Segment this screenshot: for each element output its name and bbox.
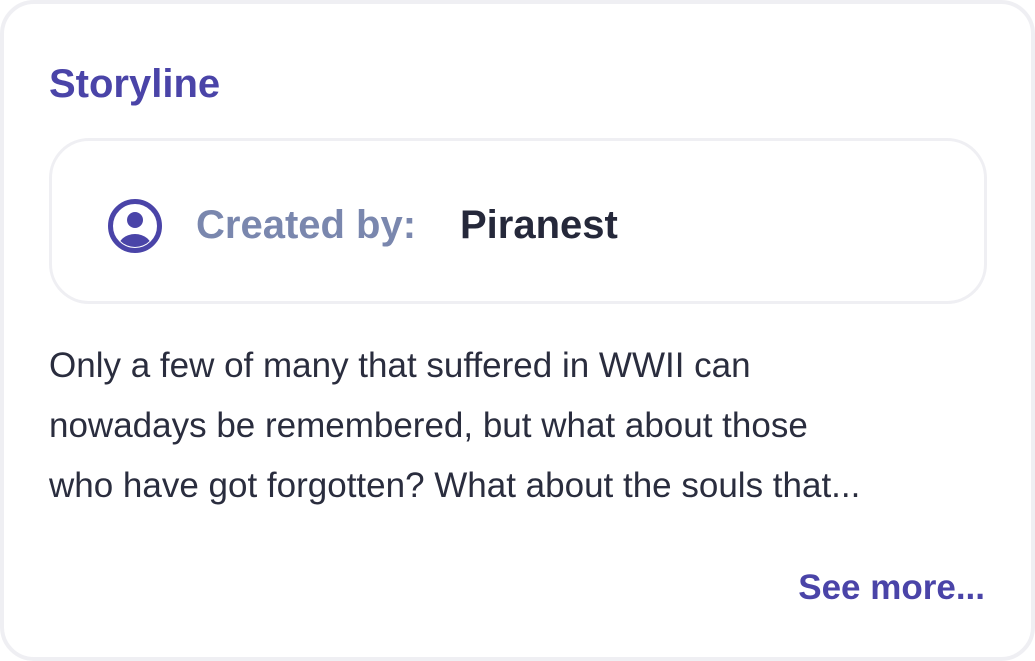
creator-box: Created by: Piranest: [49, 138, 987, 304]
storyline-card: Storyline Created by: Piranest Only a fe…: [0, 0, 1035, 661]
synopsis-line: Only a few of many that suffered in WWII…: [49, 346, 751, 385]
creator-name: Piranest: [460, 203, 618, 247]
see-more-link[interactable]: See more...: [798, 566, 985, 610]
storyline-synopsis: Only a few of many that suffered in WWII…: [49, 336, 1009, 516]
storyline-title: Storyline: [49, 62, 221, 106]
synopsis-line: nowadays be remembered, but what about t…: [49, 406, 808, 445]
synopsis-line: who have got forgotten? What about the s…: [49, 466, 861, 505]
created-by-label: Created by:: [196, 203, 417, 247]
user-circle-icon: [106, 197, 164, 255]
